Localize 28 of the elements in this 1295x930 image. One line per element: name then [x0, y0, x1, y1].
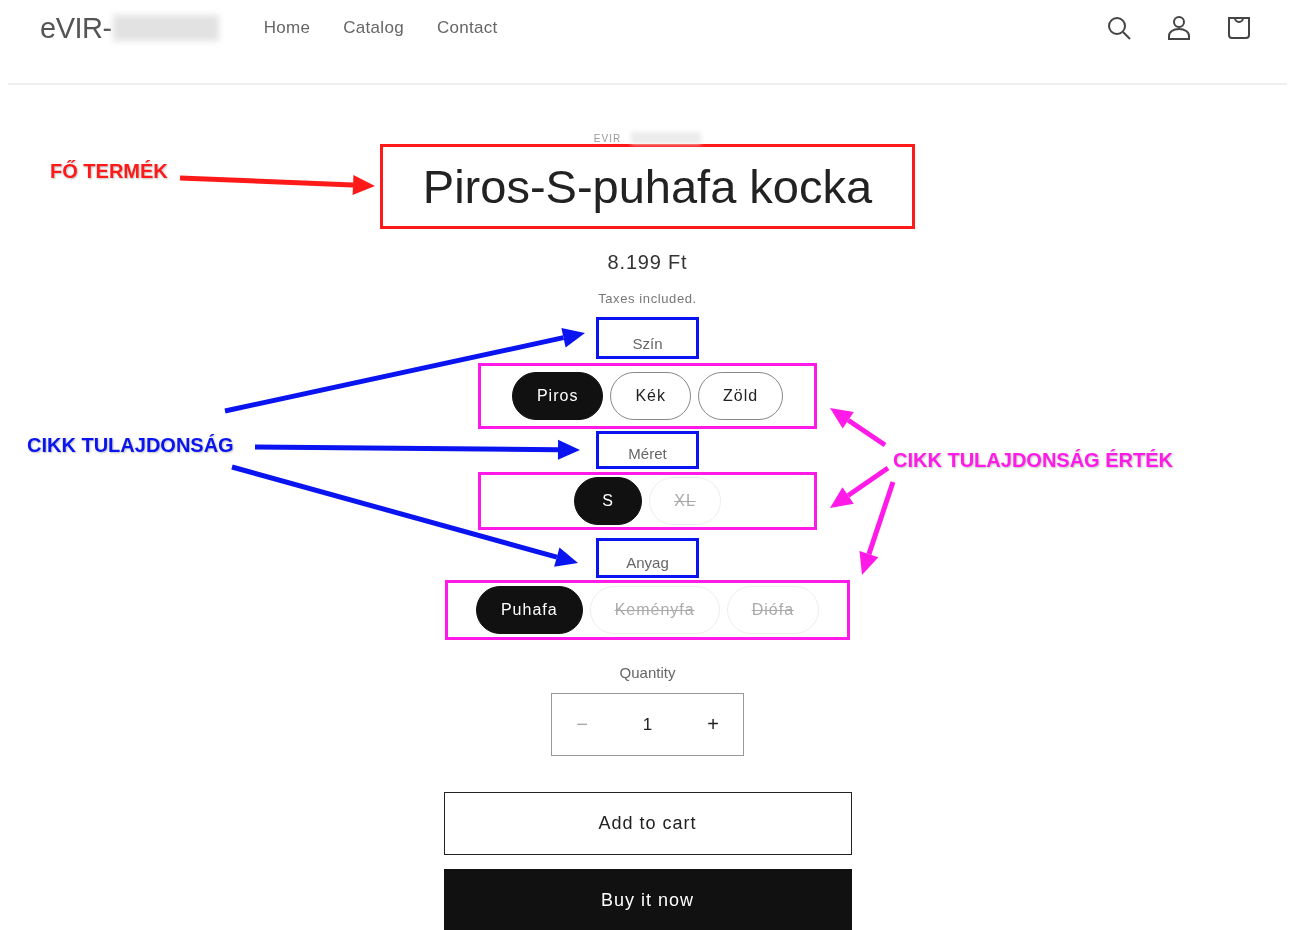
option-pill[interactable]: S [574, 477, 643, 525]
price: 8.199 Ft [607, 251, 688, 274]
quantity-label: Quantity [619, 664, 676, 681]
increase-button[interactable]: + [695, 704, 731, 745]
annotation-label: FŐ TERMÉK [50, 160, 168, 183]
search-icon[interactable] [1105, 14, 1133, 42]
option-pill[interactable]: Puhafa [475, 586, 583, 634]
nav-link[interactable]: Home [263, 18, 311, 38]
annotation-label: CIKK TULAJDONSÁG ÉRTÉK [893, 449, 1173, 472]
nav-link[interactable]: Contact [436, 18, 498, 38]
option-pill[interactable]: Kék [610, 372, 691, 420]
blur-patch [631, 132, 702, 144]
buy-now-button[interactable]: Buy it now [443, 869, 852, 930]
add-to-cart-button[interactable]: Add to cart [443, 792, 852, 855]
annotation-label: CIKK TULAJDONSÁG [27, 434, 234, 457]
quantity-field[interactable]: − 1 + [551, 693, 744, 756]
vendor-name: EVIR [593, 134, 622, 144]
arrow [830, 408, 887, 448]
option-label: Méret [628, 445, 667, 462]
account-icon[interactable] [1165, 14, 1193, 42]
store-logo[interactable]: eVIR- [40, 11, 112, 45]
option-pill[interactable]: Zöld [697, 372, 784, 420]
tax-note: Taxes included. [598, 291, 697, 306]
option-pill[interactable]: Piros [511, 372, 604, 420]
bag-icon[interactable] [1225, 14, 1253, 42]
option-label: Anyag [626, 554, 669, 571]
option-label: Szín [632, 335, 663, 352]
nav-link[interactable]: Catalog [343, 18, 404, 38]
